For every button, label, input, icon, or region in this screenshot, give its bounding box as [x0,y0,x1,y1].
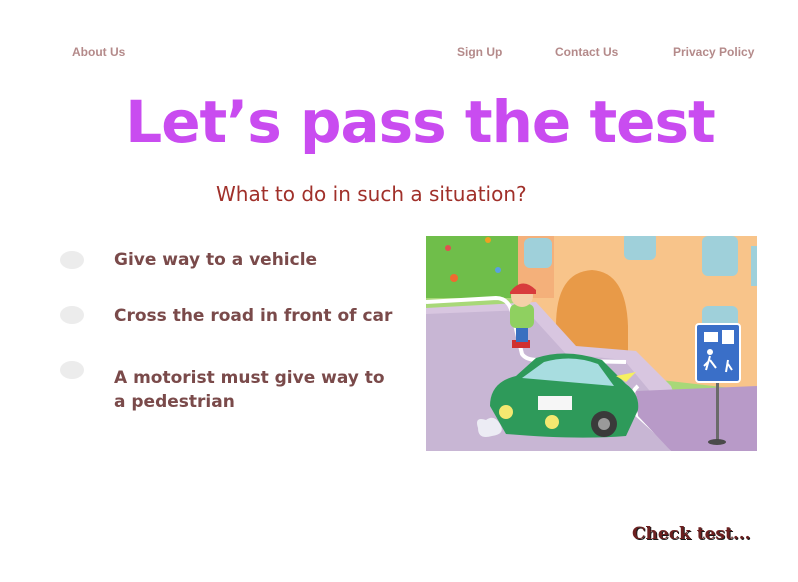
nav-sign-up-link[interactable]: Sign Up [457,45,502,59]
nav-about-us-link[interactable]: About Us [72,45,125,59]
check-test-button[interactable]: Check test... [632,524,751,544]
option-1-radio[interactable] [60,251,84,269]
nav-privacy-policy-link[interactable]: Privacy Policy [673,45,754,59]
page-title: Let’s pass the test [125,88,716,156]
option-3-radio[interactable] [60,361,84,379]
option-2-radio[interactable] [60,306,84,324]
traffic-situation-illustration [426,236,757,451]
question-text: What to do in such a situation? [216,182,527,206]
nav-contact-us-link[interactable]: Contact Us [555,45,618,59]
option-1-label[interactable]: Give way to a vehicle [114,248,394,272]
option-3-label[interactable]: A motorist must give way to a pedestrian [114,366,394,414]
option-2-label[interactable]: Cross the road in front of car [114,304,394,328]
